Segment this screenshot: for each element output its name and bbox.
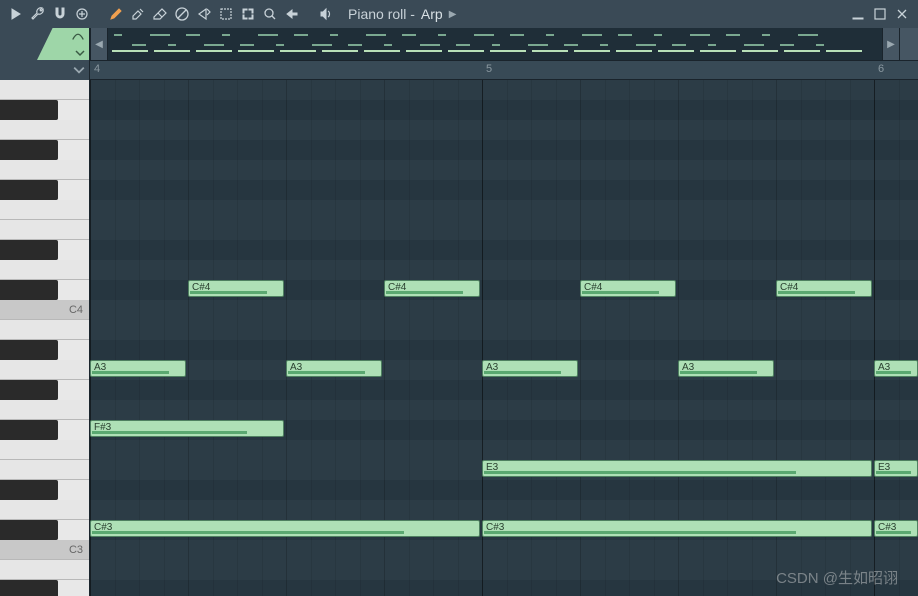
black-key[interactable]	[0, 140, 58, 160]
select-tool-icon[interactable]	[216, 4, 236, 24]
overview-end-cap	[900, 28, 918, 60]
magnet-icon[interactable]	[50, 4, 70, 24]
playback-tool-icon[interactable]	[282, 4, 302, 24]
channel-chevron-icon[interactable]: ▶	[449, 9, 457, 20]
white-key[interactable]	[0, 460, 89, 480]
white-key[interactable]	[0, 200, 89, 220]
octave-label: C4	[69, 304, 83, 316]
midi-note[interactable]: A3	[678, 360, 774, 377]
white-key[interactable]	[0, 260, 89, 280]
black-key[interactable]	[0, 240, 58, 260]
black-key[interactable]	[0, 100, 58, 120]
white-key[interactable]	[0, 220, 89, 240]
white-key[interactable]	[0, 360, 89, 380]
midi-note[interactable]: A3	[286, 360, 382, 377]
slice-tool-icon[interactable]	[194, 4, 214, 24]
ruler-bar-number: 4	[94, 63, 100, 75]
overview-scroll-left[interactable]: ◀	[90, 28, 108, 60]
midi-note[interactable]: A3	[90, 360, 186, 377]
chevron-down-icon	[73, 64, 85, 76]
black-key[interactable]	[0, 580, 58, 596]
black-key[interactable]	[0, 420, 58, 440]
black-key[interactable]	[0, 520, 58, 540]
maximize-button[interactable]	[870, 4, 890, 24]
midi-note[interactable]: C#4	[776, 280, 872, 297]
overview-row: ◀ ▶	[0, 28, 918, 60]
midi-note[interactable]: F#3	[90, 420, 284, 437]
midi-note[interactable]: C#3	[482, 520, 872, 537]
white-key[interactable]	[0, 440, 89, 460]
white-key[interactable]	[0, 80, 89, 100]
midi-note[interactable]: A3	[874, 360, 918, 377]
white-key[interactable]	[0, 160, 89, 180]
channel-name[interactable]: Arp	[421, 6, 443, 22]
midi-note[interactable]: C#3	[874, 520, 918, 537]
midi-note[interactable]: E3	[482, 460, 872, 477]
black-key[interactable]	[0, 480, 58, 500]
white-key[interactable]	[0, 560, 89, 580]
overview-minimap[interactable]	[108, 28, 882, 60]
black-key[interactable]	[0, 380, 58, 400]
octave-label: C3	[69, 544, 83, 556]
wrench-icon[interactable]	[28, 4, 48, 24]
draw-tool-icon[interactable]	[106, 4, 126, 24]
main-area: C4C3 C#4C#4C#4C#4A3A3A3A3A3F#3E3E3C#3C#3…	[0, 80, 918, 596]
window-title: Piano roll - Arp ▶	[348, 6, 456, 22]
midi-note[interactable]: C#4	[384, 280, 480, 297]
overview-mode-tab[interactable]	[0, 28, 90, 60]
timeline-ruler-row: 4 5 6	[0, 60, 918, 80]
white-key[interactable]	[0, 120, 89, 140]
midi-note[interactable]: C#4	[188, 280, 284, 297]
note-grid[interactable]: C#4C#4C#4C#4A3A3A3A3A3F#3E3E3C#3C#3C#3	[90, 80, 918, 596]
midi-note[interactable]: A3	[482, 360, 578, 377]
white-key[interactable]	[0, 500, 89, 520]
paint-tool-icon[interactable]	[128, 4, 148, 24]
minimize-button[interactable]	[848, 4, 868, 24]
zoom-tool-icon[interactable]	[238, 4, 258, 24]
black-key[interactable]	[0, 180, 58, 200]
piano-roll-toolbar: Piano roll - Arp ▶	[0, 0, 918, 28]
black-key[interactable]	[0, 340, 58, 360]
play-menu-icon[interactable]	[6, 4, 26, 24]
white-key[interactable]	[0, 320, 89, 340]
mute-tool-icon[interactable]	[172, 4, 192, 24]
overview-scroll-right[interactable]: ▶	[882, 28, 900, 60]
stamp-icon[interactable]	[72, 4, 92, 24]
midi-note[interactable]: E3	[874, 460, 918, 477]
midi-note[interactable]: C#3	[90, 520, 480, 537]
title-prefix: Piano roll -	[348, 6, 415, 22]
midi-note[interactable]: C#4	[580, 280, 676, 297]
ruler-bar-number: 6	[878, 63, 884, 75]
ruler-options[interactable]	[0, 60, 90, 80]
close-button[interactable]	[892, 4, 912, 24]
white-key[interactable]	[0, 400, 89, 420]
chop-icon[interactable]	[260, 4, 280, 24]
piano-keyboard[interactable]: C4 C3	[0, 80, 90, 596]
timeline-ruler[interactable]: 4 5 6	[90, 60, 918, 80]
erase-tool-icon[interactable]	[150, 4, 170, 24]
black-key[interactable]	[0, 280, 58, 300]
audition-speaker-icon[interactable]	[316, 4, 336, 24]
ruler-bar-number: 5	[486, 63, 492, 75]
